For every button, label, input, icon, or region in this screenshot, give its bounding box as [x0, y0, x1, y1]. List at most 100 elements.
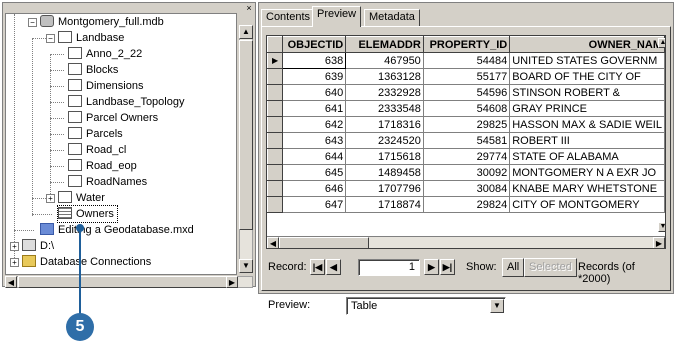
- table-vertical-scrollbar[interactable]: ▲ ▼: [658, 36, 665, 234]
- table-cell[interactable]: 29825: [422, 116, 511, 133]
- tree-vertical-scrollbar[interactable]: ▲ ▼: [239, 25, 253, 273]
- table-row[interactable]: 646 1707796 30084 KNABE MARY WHETSTONE: [267, 180, 665, 197]
- table-row[interactable]: 647 1718874 29824 CITY OF MONTGOMERY: [267, 196, 665, 213]
- tree-item-montgomery-mdb[interactable]: Montgomery_full.mdb: [40, 14, 164, 30]
- scroll-thumb[interactable]: [239, 40, 253, 230]
- table-row[interactable]: 645 1489458 30092 MONTGOMERY N A EXR JO: [267, 164, 665, 181]
- tree-item-anno-2-22[interactable]: Anno_2_22: [68, 46, 142, 62]
- last-record-icon[interactable]: ▶|: [440, 259, 455, 275]
- table-cell[interactable]: 55177: [422, 68, 511, 85]
- table-cell[interactable]: BOARD OF THE CITY OF: [509, 68, 665, 85]
- table-cell[interactable]: 638: [282, 52, 347, 69]
- table-horizontal-scrollbar[interactable]: ◀ ▶: [267, 236, 665, 248]
- show-selected-button[interactable]: Selected: [524, 258, 577, 277]
- tree-item-road-eop[interactable]: Road_eop: [68, 158, 137, 174]
- table-cell[interactable]: 644: [282, 148, 347, 165]
- table-cell[interactable]: 639: [282, 68, 347, 85]
- table-cell[interactable]: 54484: [422, 52, 511, 69]
- row-selector[interactable]: [267, 68, 284, 85]
- current-row-indicator-icon[interactable]: ▶: [267, 52, 284, 69]
- column-header-property-id[interactable]: PROPERTY_ID: [422, 36, 511, 53]
- table-cell[interactable]: 29774: [422, 148, 511, 165]
- tree-item-landbase-topology[interactable]: Landbase_Topology: [68, 94, 184, 110]
- table-cell[interactable]: 646: [282, 180, 347, 197]
- tab-metadata[interactable]: Metadata: [364, 9, 420, 26]
- table-row[interactable]: 643 2324520 54581 ROBERT III: [267, 132, 665, 149]
- table-row[interactable]: 640 2332928 54596 STINSON ROBERT &: [267, 84, 665, 101]
- row-selector[interactable]: [267, 196, 284, 213]
- tab-preview[interactable]: Preview: [312, 6, 362, 27]
- table-cell[interactable]: 467950: [345, 52, 424, 69]
- table-cell[interactable]: KNABE MARY WHETSTONE: [509, 180, 665, 197]
- scroll-left-icon[interactable]: ◀: [5, 276, 17, 288]
- row-selector[interactable]: [267, 148, 284, 165]
- scroll-up-icon[interactable]: ▲: [239, 25, 253, 39]
- table-row[interactable]: ▶ 638 467950 54484 UNITED STATES GOVERNM: [267, 52, 665, 69]
- chevron-down-icon[interactable]: ▼: [490, 299, 504, 313]
- table-cell[interactable]: 29824: [422, 196, 511, 213]
- tree-item-owners[interactable]: Owners: [57, 205, 118, 223]
- table-cell[interactable]: 30092: [422, 164, 511, 181]
- table-cell[interactable]: 1718874: [345, 196, 424, 213]
- table-cell[interactable]: 641: [282, 100, 347, 117]
- table-cell[interactable]: 642: [282, 116, 347, 133]
- table-cell[interactable]: ROBERT III: [509, 132, 665, 149]
- collapse-toggle[interactable]: −: [46, 34, 55, 43]
- expand-toggle[interactable]: +: [10, 258, 19, 267]
- tree-item-road-cl[interactable]: Road_cl: [68, 142, 126, 158]
- row-selector-header[interactable]: [267, 36, 284, 53]
- table-cell[interactable]: UNITED STATES GOVERNM: [509, 52, 665, 69]
- table-cell[interactable]: 1363128: [345, 68, 424, 85]
- scroll-right-icon[interactable]: ▶: [226, 276, 238, 288]
- table-cell[interactable]: 54596: [422, 84, 511, 101]
- table-row[interactable]: 644 1715618 29774 STATE OF ALABAMA: [267, 148, 665, 165]
- tree-item-landbase[interactable]: Landbase: [58, 30, 124, 46]
- row-selector[interactable]: [267, 132, 284, 149]
- column-header-objectid[interactable]: OBJECTID: [282, 36, 347, 53]
- scroll-left-icon[interactable]: ◀: [267, 237, 279, 248]
- collapse-toggle[interactable]: −: [28, 18, 37, 27]
- table-cell[interactable]: 643: [282, 132, 347, 149]
- row-selector[interactable]: [267, 164, 284, 181]
- tree-item-water[interactable]: Water: [58, 190, 105, 206]
- expand-toggle[interactable]: +: [46, 194, 55, 203]
- table-cell[interactable]: STATE OF ALABAMA: [509, 148, 665, 165]
- tree-item-roadnames[interactable]: RoadNames: [68, 174, 147, 190]
- table-cell[interactable]: STINSON ROBERT &: [509, 84, 665, 101]
- scroll-thumb[interactable]: [279, 237, 369, 248]
- column-header-owner-name[interactable]: OWNER_NAM: [509, 36, 665, 53]
- table-row[interactable]: 642 1718316 29825 HASSON MAX & SADIE WEI…: [267, 116, 665, 133]
- row-selector[interactable]: [267, 84, 284, 101]
- table-cell[interactable]: 1489458: [345, 164, 424, 181]
- row-selector[interactable]: [267, 180, 284, 197]
- first-record-icon[interactable]: |◀: [310, 259, 325, 275]
- table-cell[interactable]: 645: [282, 164, 347, 181]
- table-cell[interactable]: 2333548: [345, 100, 424, 117]
- table-cell[interactable]: 1718316: [345, 116, 424, 133]
- tree-item-database-connections[interactable]: Database Connections: [22, 254, 151, 270]
- tree-item-dimensions[interactable]: Dimensions: [68, 78, 143, 94]
- table-cell[interactable]: HASSON MAX & SADIE WEIL: [509, 116, 665, 133]
- tab-contents[interactable]: Contents: [261, 9, 316, 26]
- table-cell[interactable]: 1715618: [345, 148, 424, 165]
- preview-type-select[interactable]: Table ▼: [346, 297, 506, 315]
- table-row[interactable]: 639 1363128 55177 BOARD OF THE CITY OF: [267, 68, 665, 85]
- row-selector[interactable]: [267, 116, 284, 133]
- scroll-thumb[interactable]: [18, 276, 228, 288]
- tree-item-blocks[interactable]: Blocks: [68, 62, 118, 78]
- expand-toggle[interactable]: +: [10, 242, 19, 251]
- scroll-down-icon[interactable]: ▼: [239, 259, 253, 273]
- attribute-table[interactable]: OBJECTID ELEMADDR PROPERTY_ID OWNER_NAM …: [266, 35, 666, 249]
- table-cell[interactable]: 1707796: [345, 180, 424, 197]
- table-cell[interactable]: 2332928: [345, 84, 424, 101]
- row-selector[interactable]: [267, 100, 284, 117]
- scroll-up-icon[interactable]: ▲: [658, 38, 665, 48]
- table-cell[interactable]: 30084: [422, 180, 511, 197]
- table-row[interactable]: 641 2333548 54608 GRAY PRINCE: [267, 100, 665, 117]
- table-cell[interactable]: 647: [282, 196, 347, 213]
- next-record-icon[interactable]: ▶: [424, 259, 439, 275]
- scroll-right-icon[interactable]: ▶: [653, 237, 665, 248]
- tree-item-parcels[interactable]: Parcels: [68, 126, 123, 142]
- column-header-elemaddr[interactable]: ELEMADDR: [345, 36, 424, 53]
- previous-record-icon[interactable]: ◀: [326, 259, 341, 275]
